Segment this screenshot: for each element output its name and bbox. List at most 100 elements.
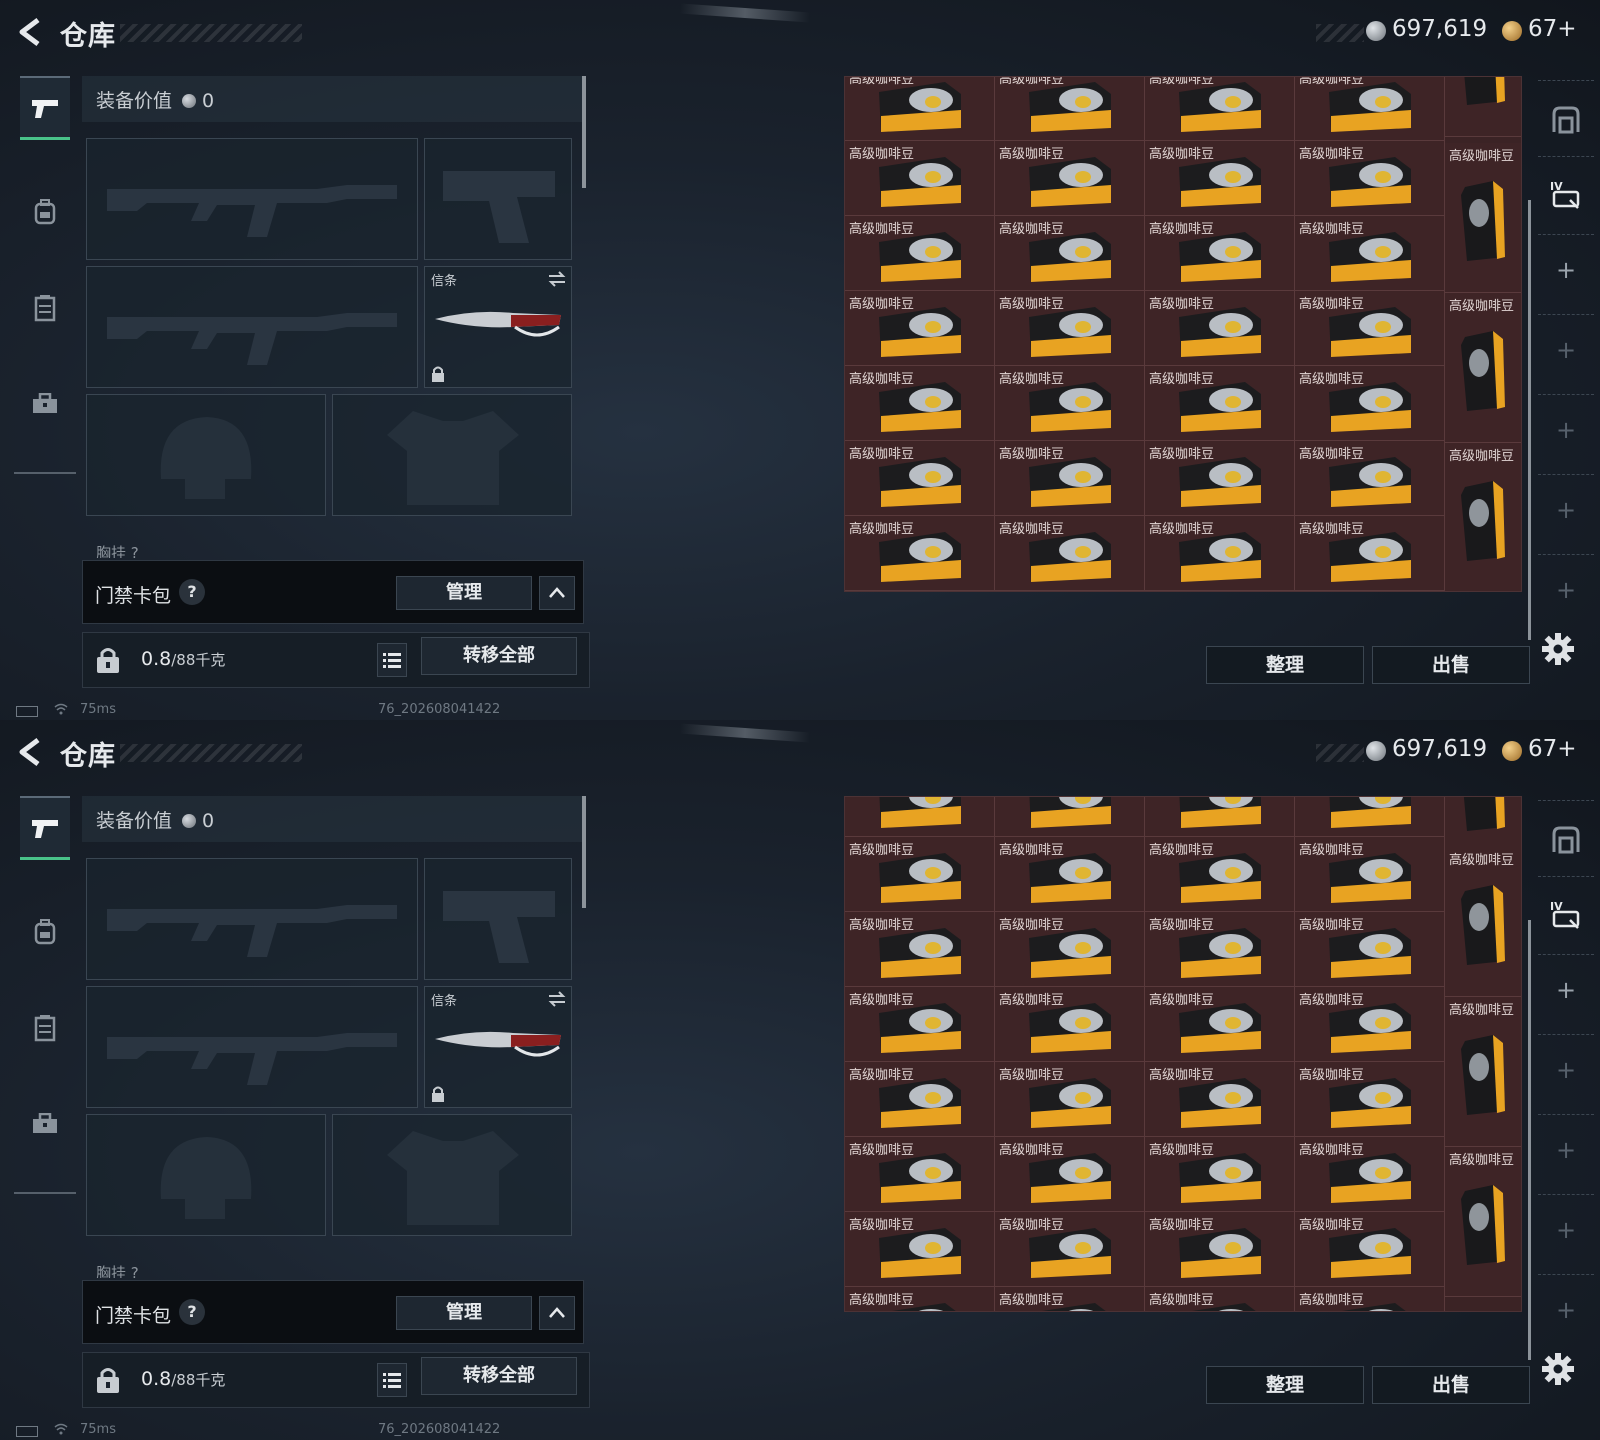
nav-item-backpack[interactable] bbox=[20, 180, 70, 244]
stash-item-coffee-beans[interactable]: 高级咖啡豆 bbox=[995, 1137, 1145, 1212]
stash-item-coffee-beans[interactable]: 高级咖啡豆 bbox=[995, 1287, 1145, 1311]
add-container-button[interactable]: + bbox=[1556, 1296, 1576, 1324]
stash-item-coffee-beans[interactable]: 高级咖啡豆 bbox=[845, 837, 995, 912]
stash-item-coffee-beans[interactable]: 高级咖啡豆 bbox=[845, 77, 995, 141]
add-container-button[interactable]: + bbox=[1556, 336, 1576, 364]
add-container-button[interactable]: + bbox=[1556, 1136, 1576, 1164]
stash-item-coffee-beans[interactable]: 高级咖啡豆 bbox=[845, 912, 995, 987]
gear-icon[interactable] bbox=[1541, 1352, 1575, 1386]
helmet-slot[interactable] bbox=[86, 394, 326, 516]
add-container-button[interactable]: + bbox=[1556, 256, 1576, 284]
stash-item-coffee-beans[interactable]: 高级咖啡豆 bbox=[1295, 516, 1445, 591]
equipment-scrollbar[interactable] bbox=[582, 76, 586, 188]
stash-item-coffee-beans[interactable]: 高级咖啡豆 bbox=[1295, 141, 1445, 216]
stash-item-coffee-beans[interactable]: 高级咖啡豆 bbox=[1295, 837, 1445, 912]
stash-item-coffee-beans[interactable]: 高级咖啡豆 bbox=[845, 216, 995, 291]
gold-amount[interactable]: 67+ bbox=[1528, 16, 1577, 42]
stash-item-coffee-beans-bag[interactable]: 高级咖啡豆 bbox=[1445, 443, 1521, 591]
melee-slot[interactable]: 信条 bbox=[424, 266, 572, 388]
add-container-button[interactable]: + bbox=[1556, 416, 1576, 444]
melee-slot[interactable]: 信条 bbox=[424, 986, 572, 1108]
nav-item-vest[interactable] bbox=[20, 276, 70, 340]
stash-item-coffee-beans[interactable]: 高级咖啡豆 bbox=[1295, 912, 1445, 987]
stash-item-coffee-beans[interactable]: 高级咖啡豆 bbox=[995, 1212, 1145, 1287]
back-arrow-icon[interactable] bbox=[14, 16, 46, 48]
sell-button[interactable]: 出售 bbox=[1372, 1366, 1530, 1404]
stash-item-coffee-beans[interactable]: 高级咖啡豆 bbox=[995, 591, 1145, 592]
gold-amount[interactable]: 67+ bbox=[1528, 736, 1577, 762]
swap-icon[interactable] bbox=[547, 991, 567, 1007]
stash-item-coffee-beans[interactable]: 高级咖啡豆 bbox=[1295, 1062, 1445, 1137]
equipment-scrollbar[interactable] bbox=[582, 796, 586, 908]
stash-item-coffee-beans[interactable]: 高级咖啡豆 bbox=[1145, 797, 1295, 837]
stash-item-coffee-beans[interactable]: 高级咖啡豆 bbox=[995, 441, 1145, 516]
nav-item-backpack[interactable] bbox=[20, 900, 70, 964]
stash-item-coffee-beans[interactable]: 高级咖啡豆 bbox=[1145, 291, 1295, 366]
organize-button[interactable]: 整理 bbox=[1206, 1366, 1364, 1404]
back-arrow-icon[interactable] bbox=[14, 736, 46, 768]
stash-item-coffee-beans[interactable]: 高级咖啡豆 bbox=[995, 987, 1145, 1062]
stash-item-coffee-beans[interactable]: 高级咖啡豆 bbox=[845, 291, 995, 366]
stash-item-coffee-beans[interactable]: 高级咖啡豆 bbox=[1145, 912, 1295, 987]
armor-slot[interactable] bbox=[332, 394, 572, 516]
stash-item-coffee-beans[interactable]: 高级咖啡豆 bbox=[1145, 516, 1295, 591]
stash-item-coffee-beans[interactable]: 高级咖啡豆 bbox=[1295, 291, 1445, 366]
stash-item-coffee-beans[interactable]: 高级咖啡豆 bbox=[1145, 1212, 1295, 1287]
stash-item-coffee-beans[interactable]: 高级咖啡豆 bbox=[845, 1137, 995, 1212]
stash-item-coffee-beans[interactable]: 高级咖啡豆 bbox=[845, 366, 995, 441]
stash-item-coffee-beans[interactable]: 高级咖啡豆 bbox=[995, 1062, 1145, 1137]
nav-item-case[interactable] bbox=[20, 1092, 70, 1156]
stash-item-coffee-beans[interactable]: 高级咖啡豆 bbox=[1295, 1287, 1445, 1311]
stash-item-coffee-beans[interactable]: 高级咖啡豆 bbox=[1145, 77, 1295, 141]
stash-scrollbar[interactable] bbox=[1528, 200, 1531, 640]
secondary-weapon-slot[interactable] bbox=[86, 986, 418, 1108]
stash-item-coffee-beans[interactable]: 高级咖啡豆 bbox=[845, 516, 995, 591]
list-view-button[interactable] bbox=[377, 1363, 407, 1397]
primary-weapon-slot[interactable] bbox=[86, 858, 418, 980]
stash-item-coffee-beans[interactable]: 高级咖啡豆 bbox=[1295, 441, 1445, 516]
nav-item-weapons[interactable] bbox=[20, 796, 70, 860]
stash-item-coffee-beans[interactable]: 高级咖啡豆 bbox=[845, 1062, 995, 1137]
pistol-slot[interactable] bbox=[424, 858, 572, 980]
stash-item-coffee-beans[interactable]: 高级咖啡豆 bbox=[1145, 1062, 1295, 1137]
helmet-slot[interactable] bbox=[86, 1114, 326, 1236]
stash-item-coffee-beans[interactable]: 高级咖啡豆 bbox=[1145, 441, 1295, 516]
stash-item-coffee-beans[interactable]: 高级咖啡豆 bbox=[845, 1287, 995, 1311]
nav-item-vest[interactable] bbox=[20, 996, 70, 1060]
swap-icon[interactable] bbox=[547, 271, 567, 287]
collapse-button[interactable] bbox=[539, 1296, 575, 1330]
list-view-button[interactable] bbox=[377, 643, 407, 677]
stash-item-coffee-beans[interactable]: 高级咖啡豆 bbox=[1295, 987, 1445, 1062]
stash-item-coffee-beans[interactable]: 高级咖啡豆 bbox=[845, 591, 995, 592]
stash-item-coffee-beans[interactable]: 高级咖啡豆 bbox=[1145, 1137, 1295, 1212]
stash-item-coffee-beans[interactable]: 高级咖啡豆 bbox=[995, 291, 1145, 366]
stash-item-coffee-beans-bag[interactable]: 高级咖啡豆 bbox=[1445, 77, 1521, 137]
add-container-button[interactable]: + bbox=[1556, 976, 1576, 1004]
nav-item-case[interactable] bbox=[20, 372, 70, 436]
safe-box-icon[interactable] bbox=[1550, 104, 1582, 136]
stash-item-coffee-beans-bag[interactable]: 高级咖啡豆 bbox=[1445, 293, 1521, 443]
add-container-button[interactable]: + bbox=[1556, 1056, 1576, 1084]
stash-item-coffee-beans[interactable]: 高级咖啡豆 bbox=[1295, 797, 1445, 837]
gear-icon[interactable] bbox=[1541, 632, 1575, 666]
primary-weapon-slot[interactable] bbox=[86, 138, 418, 260]
safe-box-icon[interactable] bbox=[1550, 824, 1582, 856]
stash-item-coffee-beans-bag[interactable]: 高级咖啡豆 bbox=[1445, 847, 1521, 997]
manage-button[interactable]: 管理 bbox=[396, 576, 532, 610]
stash-item-coffee-beans[interactable]: 高级咖啡豆 bbox=[845, 141, 995, 216]
stash-item-coffee-beans[interactable]: 高级咖啡豆 bbox=[1295, 1212, 1445, 1287]
stash-item-coffee-beans-bag[interactable]: 高级咖啡豆 bbox=[1445, 1147, 1521, 1297]
stash-item-coffee-beans[interactable]: 高级咖啡豆 bbox=[845, 1212, 995, 1287]
stash-item-coffee-beans[interactable]: 高级咖啡豆 bbox=[1295, 366, 1445, 441]
stash-item-coffee-beans[interactable]: 高级咖啡豆 bbox=[1295, 216, 1445, 291]
collapse-button[interactable] bbox=[539, 576, 575, 610]
stash-item-coffee-beans[interactable]: 高级咖啡豆 bbox=[995, 912, 1145, 987]
secondary-weapon-slot[interactable] bbox=[86, 266, 418, 388]
tier4-item-icon[interactable]: IV bbox=[1550, 178, 1582, 210]
stash-item-coffee-beans[interactable]: 高级咖啡豆 bbox=[1145, 141, 1295, 216]
stash-item-coffee-beans[interactable]: 高级咖啡豆 bbox=[845, 441, 995, 516]
stash-item-coffee-beans[interactable]: 高级咖啡豆 bbox=[845, 987, 995, 1062]
stash-item-coffee-beans[interactable]: 高级咖啡豆 bbox=[1145, 1287, 1295, 1311]
stash-item-coffee-beans[interactable]: 高级咖啡豆 bbox=[1145, 591, 1295, 592]
organize-button[interactable]: 整理 bbox=[1206, 646, 1364, 684]
